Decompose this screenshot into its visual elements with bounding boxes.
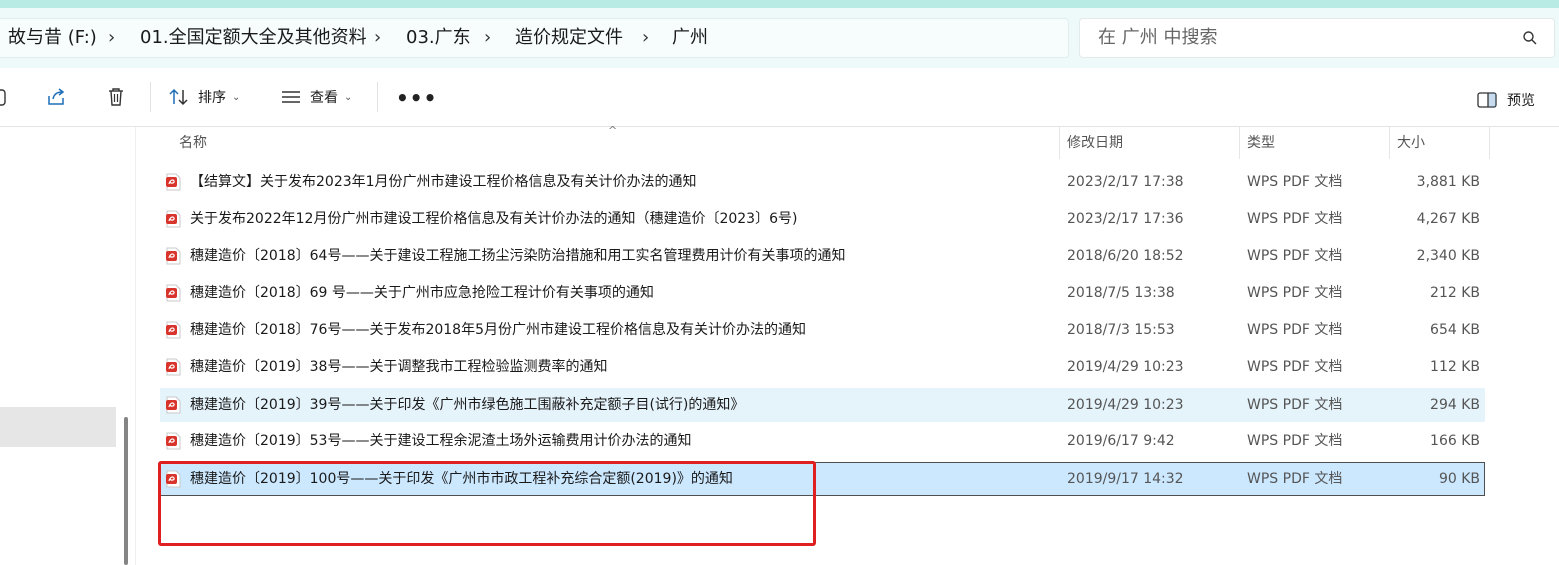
copy-icon[interactable]	[0, 86, 10, 108]
navigation-pane[interactable]	[0, 127, 136, 565]
sort-label: 排序	[198, 90, 226, 106]
more-options-button[interactable]: •••	[396, 86, 437, 110]
chevron-right-icon[interactable]: ›	[108, 19, 115, 57]
file-modified-date: 2019/4/29 10:23	[1067, 359, 1184, 375]
file-modified-date: 2019/6/17 9:42	[1067, 433, 1175, 449]
address-bar-area: 故与昔 (F:) › 01.全国定额大全及其他资料 › 03.广东 › 造价规定…	[0, 8, 1559, 68]
pdf-file-icon	[166, 432, 181, 450]
file-modified-date: 2023/2/17 17:38	[1067, 174, 1184, 190]
pdf-file-icon	[166, 358, 181, 376]
file-modified-date: 2018/6/20 18:52	[1067, 248, 1184, 264]
file-modified-date: 2018/7/5 13:38	[1067, 285, 1175, 301]
column-header-size[interactable]: 大小	[1397, 127, 1425, 159]
file-name: 穗建造价〔2019〕38号——关于调整我市工程检验监测费率的通知	[190, 359, 608, 375]
file-size: 112 KB	[1430, 359, 1480, 375]
toolbar-divider	[150, 82, 151, 112]
file-row[interactable]: 穗建造价〔2019〕38号——关于调整我市工程检验监测费率的通知 2019/4/2…	[160, 350, 1485, 384]
file-size: 4,267 KB	[1416, 211, 1480, 227]
view-icon	[282, 91, 300, 103]
pdf-file-icon	[166, 396, 181, 414]
preview-pane-icon	[1477, 92, 1497, 108]
pdf-file-icon	[166, 247, 181, 265]
title-accent-band	[0, 0, 1559, 8]
file-type: WPS PDF 文档	[1247, 433, 1343, 449]
file-row[interactable]: 穗建造价〔2018〕69 号——关于广州市应急抢险工程计价有关事项的通知 2018…	[160, 276, 1485, 310]
view-label: 查看	[310, 90, 338, 106]
column-divider[interactable]	[1489, 127, 1490, 159]
file-size: 294 KB	[1430, 397, 1480, 413]
breadcrumb-folder-guangzhou[interactable]: 广州	[672, 19, 708, 57]
pdf-file-icon	[166, 321, 181, 339]
highlight-box	[158, 461, 816, 546]
preview-label: 预览	[1507, 93, 1535, 109]
sort-button[interactable]: 排序 ⌄	[168, 82, 240, 112]
file-type: WPS PDF 文档	[1247, 285, 1343, 301]
file-name: 穗建造价〔2019〕53号——关于建设工程余泥渣土场外运输费用计价办法的通知	[190, 433, 692, 449]
chevron-down-icon: ⌄	[232, 91, 241, 103]
column-divider[interactable]	[1059, 127, 1060, 159]
file-name: 穗建造价〔2018〕64号——关于建设工程施工扬尘污染防治措施和用工实名管理费用…	[190, 248, 846, 264]
file-modified-date: 2019/9/17 14:32	[1067, 471, 1184, 487]
file-type: WPS PDF 文档	[1247, 211, 1343, 227]
pdf-file-icon	[166, 210, 181, 228]
file-modified-date: 2023/2/17 17:36	[1067, 211, 1184, 227]
file-size: 212 KB	[1430, 285, 1480, 301]
view-button[interactable]: 查看 ⌄	[280, 82, 352, 112]
file-size: 90 KB	[1438, 471, 1480, 487]
file-row[interactable]: 穗建造价〔2018〕76号——关于发布2018年5月份广州市建设工程价格信息及有…	[160, 313, 1485, 347]
breadcrumb-drive[interactable]: 故与昔 (F:)	[8, 19, 97, 57]
file-row[interactable]: 穗建造价〔2019〕39号——关于印发《广州市绿色施工围蔽补充定额子目(试行)的…	[160, 388, 1485, 422]
file-row[interactable]: 穗建造价〔2018〕64号——关于建设工程施工扬尘污染防治措施和用工实名管理费用…	[160, 239, 1485, 273]
column-divider[interactable]	[1389, 127, 1390, 159]
breadcrumb[interactable]: 故与昔 (F:) › 01.全国定额大全及其他资料 › 03.广东 › 造价规定…	[0, 18, 1069, 58]
column-header-row: 名称 修改日期 类型 大小	[160, 127, 1490, 159]
file-size: 3,881 KB	[1416, 174, 1480, 190]
file-size: 654 KB	[1430, 322, 1480, 338]
file-row[interactable]: 穗建造价〔2019〕53号——关于建设工程余泥渣土场外运输费用计价办法的通知 20…	[160, 424, 1485, 458]
preview-pane-button[interactable]: 预览	[1477, 90, 1535, 110]
file-modified-date: 2019/4/29 10:23	[1067, 397, 1184, 413]
search-input[interactable]: 在 广州 中搜索	[1079, 18, 1555, 58]
column-header-name[interactable]: 名称	[179, 127, 207, 159]
file-type: WPS PDF 文档	[1247, 359, 1343, 375]
pdf-file-icon	[166, 284, 181, 302]
sort-icon	[169, 88, 188, 106]
file-type: WPS PDF 文档	[1247, 322, 1343, 338]
file-type: WPS PDF 文档	[1247, 248, 1343, 264]
search-placeholder: 在 广州 中搜索	[1098, 27, 1218, 48]
nav-pane-divider	[135, 127, 136, 565]
file-type: WPS PDF 文档	[1247, 174, 1343, 190]
breadcrumb-folder-rules[interactable]: 造价规定文件	[515, 19, 623, 57]
file-row[interactable]: 【结算文】关于发布2023年1月份广州市建设工程价格信息及有关计价办法的通知 20…	[160, 165, 1485, 199]
file-row[interactable]: 关于发布2022年12月份广州市建设工程价格信息及有关计价办法的通知（穗建造价〔…	[160, 202, 1485, 236]
nav-selected-item[interactable]	[0, 407, 116, 447]
file-name: 穗建造价〔2018〕76号——关于发布2018年5月份广州市建设工程价格信息及有…	[190, 322, 806, 338]
chevron-right-icon[interactable]: ›	[642, 19, 649, 57]
file-name: 【结算文】关于发布2023年1月份广州市建设工程价格信息及有关计价办法的通知	[190, 174, 697, 190]
file-type: WPS PDF 文档	[1247, 471, 1343, 487]
nav-scrollbar[interactable]	[124, 417, 128, 565]
breadcrumb-folder-guangdong[interactable]: 03.广东	[406, 19, 471, 57]
share-icon[interactable]	[45, 86, 67, 108]
pdf-file-icon	[166, 173, 181, 191]
chevron-down-icon: ⌄	[344, 91, 353, 103]
command-bar: 排序 ⌄ 查看 ⌄ ••• 预览	[0, 68, 1559, 127]
file-type: WPS PDF 文档	[1247, 397, 1343, 413]
chevron-right-icon[interactable]: ›	[484, 19, 491, 57]
delete-icon[interactable]	[105, 86, 127, 108]
file-size: 166 KB	[1430, 433, 1480, 449]
file-name: 穗建造价〔2018〕69 号——关于广州市应急抢险工程计价有关事项的通知	[190, 285, 654, 301]
search-icon[interactable]	[1522, 30, 1538, 46]
column-header-type[interactable]: 类型	[1247, 127, 1275, 159]
file-size: 2,340 KB	[1416, 248, 1480, 264]
file-name: 穗建造价〔2019〕39号——关于印发《广州市绿色施工围蔽补充定额子目(试行)的…	[190, 397, 745, 413]
column-header-date[interactable]: 修改日期	[1067, 127, 1123, 159]
chevron-right-icon[interactable]: ›	[374, 19, 381, 57]
breadcrumb-folder-quota[interactable]: 01.全国定额大全及其他资料	[140, 19, 367, 57]
column-divider[interactable]	[1239, 127, 1240, 159]
toolbar-divider	[377, 82, 378, 112]
file-name: 关于发布2022年12月份广州市建设工程价格信息及有关计价办法的通知（穗建造价〔…	[190, 211, 798, 227]
file-modified-date: 2018/7/3 15:53	[1067, 322, 1175, 338]
